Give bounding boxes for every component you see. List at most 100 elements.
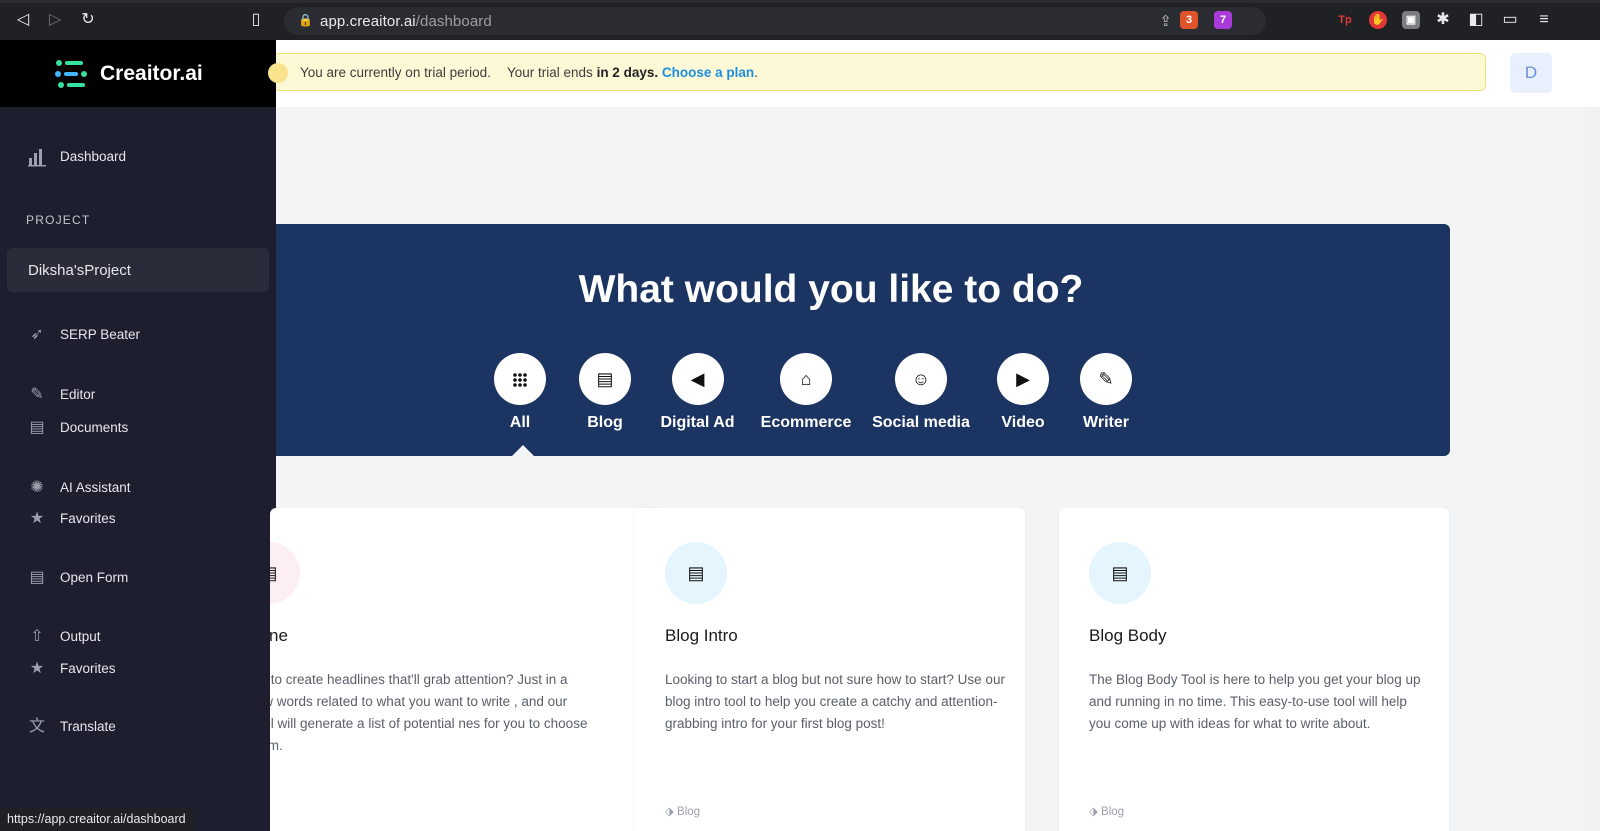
sidebar-item-label: Documents: [60, 420, 129, 435]
chat-icon: ▤: [579, 353, 631, 405]
category-label: Writer: [1083, 414, 1129, 431]
category-digital-ad[interactable]: ◀ Digital Ad: [646, 353, 749, 432]
document-icon: ▤: [29, 419, 45, 436]
chat-icon: ▤: [665, 542, 727, 604]
form-icon: ▤: [29, 569, 45, 586]
trial-banner: You are currently on trial period. Your …: [268, 53, 1486, 91]
category-video[interactable]: ▶ Video: [988, 353, 1058, 432]
main-content: You are currently on trial period. Your …: [268, 40, 1600, 831]
choose-plan-link[interactable]: Choose a plan: [662, 65, 754, 80]
youtube-icon: ▶: [997, 353, 1049, 405]
sidebar-item-open-form[interactable]: ▤ Open Form: [0, 565, 276, 591]
category-writer[interactable]: ✎ Writer: [1071, 353, 1141, 432]
hand-extension-icon[interactable]: ✋: [1369, 11, 1387, 29]
tool-card-blog-body[interactable]: ▤ Blog Body The Blog Body Tool is here t…: [1059, 508, 1449, 831]
megaphone-icon: ◀: [671, 353, 724, 405]
category-label: Ecommerce: [760, 414, 852, 431]
card-tag: ⬗ Blog: [1089, 806, 1125, 818]
sidebar-item-dashboard[interactable]: Dashboard: [0, 144, 276, 170]
rocket-icon: ➶: [30, 326, 44, 343]
lock-icon: 🔒: [298, 13, 313, 27]
category-hero: What would you like to do? All ▤ Blog ◀ …: [276, 224, 1450, 456]
tab-strip: [0, 0, 1600, 3]
bar-chart-icon: [27, 147, 47, 167]
forward-icon[interactable]: ▷: [45, 10, 65, 30]
sidebar-item-label: SERP Beater: [60, 327, 141, 342]
puzzle-icon[interactable]: ✱: [1433, 10, 1453, 30]
trial-days: in 2 days.: [596, 65, 659, 80]
menu-icon[interactable]: ≡: [1534, 10, 1554, 30]
category-label: Video: [1001, 414, 1045, 431]
project-selector[interactable]: Diksha'sProject: [7, 248, 269, 292]
category-all[interactable]: All: [494, 353, 546, 432]
brave-shield-icon[interactable]: 3: [1180, 11, 1198, 29]
sidebar-item-ai-assistant[interactable]: ✺ AI Assistant: [0, 475, 276, 501]
category-social-media[interactable]: ☺ Social media: [861, 353, 981, 432]
tool-card-headline[interactable]: ▤ dline ng to create headlines that'll g…: [270, 508, 660, 831]
sidebar-item-serp-beater[interactable]: ➶ SERP Beater: [0, 322, 276, 348]
brand-name: Creaitor.ai: [100, 62, 203, 85]
edit-icon: ✎: [30, 386, 44, 403]
ai-assistant-icon: ✺: [30, 479, 44, 496]
image-extension-icon[interactable]: ▣: [1402, 11, 1420, 29]
address-bar[interactable]: 🔒 app.creaitor.ai/dashboard ⇪: [284, 7, 1266, 35]
sidebar-item-label: Favorites: [60, 661, 116, 676]
sidebar-item-favorites[interactable]: ★ Favorites: [0, 506, 276, 532]
sidebar-item-label: AI Assistant: [60, 480, 131, 495]
trial-status-text: You are currently on trial period.: [300, 65, 491, 80]
category-label: Social media: [872, 414, 970, 431]
project-section-label: PROJECT: [26, 213, 91, 227]
category-ecommerce[interactable]: ⌂ Ecommerce: [751, 353, 861, 432]
sidebar-item-output-favorites[interactable]: ★ Favorites: [0, 656, 276, 682]
card-title: Blog Body: [1089, 626, 1167, 645]
logo-bar[interactable]: Creaitor.ai: [0, 40, 276, 107]
category-blog[interactable]: ▤ Blog: [579, 353, 631, 432]
card-title: dline: [270, 626, 288, 645]
tag-icon: ⬗: [1089, 806, 1102, 818]
chat-icon: ▤: [1089, 542, 1151, 604]
sidebar-item-label: Favorites: [60, 511, 116, 526]
sidebar-item-translate[interactable]: 文 Translate: [0, 714, 276, 740]
creaitor-logo-icon: [55, 60, 87, 88]
sidebar-item-label: Output: [60, 629, 101, 644]
card-tag: ⬗ Blog: [665, 806, 701, 818]
share-icon[interactable]: ⇪: [1159, 12, 1172, 30]
trial-indicator-icon: [268, 63, 288, 83]
star-icon: ★: [29, 660, 45, 677]
status-bar-url: https://app.creaitor.ai/dashboard: [0, 808, 193, 831]
wallet-icon[interactable]: ▭: [1500, 10, 1520, 30]
star-icon: ★: [29, 510, 45, 527]
url-text: app.creaitor.ai/dashboard: [320, 13, 492, 30]
selected-category-pointer: [512, 445, 534, 456]
back-icon[interactable]: ◁: [13, 10, 33, 30]
category-label: All: [509, 414, 531, 431]
card-description: ng to create headlines that'll grab atte…: [270, 672, 588, 753]
tp-extension-icon[interactable]: Tp: [1336, 11, 1354, 29]
output-icon: ⇧: [30, 628, 44, 645]
card-description: The Blog Body Tool is here to help you g…: [1089, 672, 1421, 731]
tag-icon: ⬗: [665, 806, 678, 818]
hero-title: What would you like to do?: [578, 268, 1084, 311]
sidebar-item-editor[interactable]: ✎ Editor: [0, 382, 276, 408]
sidebar-item-label: Open Form: [60, 570, 129, 585]
card-description: Looking to start a blog but not sure how…: [665, 672, 1005, 731]
avatar[interactable]: D: [1510, 53, 1552, 93]
grid-icon: [494, 353, 546, 405]
category-label: Digital Ad: [660, 414, 735, 431]
sidebar-item-label: Translate: [60, 719, 116, 734]
trial-ends-text: Your trial ends in 2 days. Choose a plan…: [507, 65, 758, 80]
reload-icon[interactable]: ↻: [78, 10, 98, 30]
sidebar-toggle-icon[interactable]: ◧: [1466, 10, 1486, 30]
sidebar-item-documents[interactable]: ▤ Documents: [0, 415, 276, 441]
brave-rewards-icon[interactable]: 7: [1214, 11, 1232, 29]
page-scrollbar[interactable]: [1585, 107, 1600, 831]
sidebar-item-label: Dashboard: [60, 149, 127, 164]
browser-toolbar: ◁ ▷ ↻ ▯ 🔒 app.creaitor.ai/dashboard ⇪ 3 …: [0, 0, 1600, 40]
sidebar: Creaitor.ai Dashboard PROJECT Diksha'sPr…: [0, 40, 276, 831]
bookmark-icon[interactable]: ▯: [246, 10, 266, 30]
translate-icon: 文: [28, 718, 45, 735]
tool-card-blog-intro[interactable]: ▤ Blog Intro Looking to start a blog but…: [635, 508, 1025, 831]
sidebar-item-output[interactable]: ⇧ Output: [0, 624, 276, 650]
social-user-icon: ☺: [895, 353, 947, 405]
basket-icon: ⌂: [780, 353, 832, 405]
